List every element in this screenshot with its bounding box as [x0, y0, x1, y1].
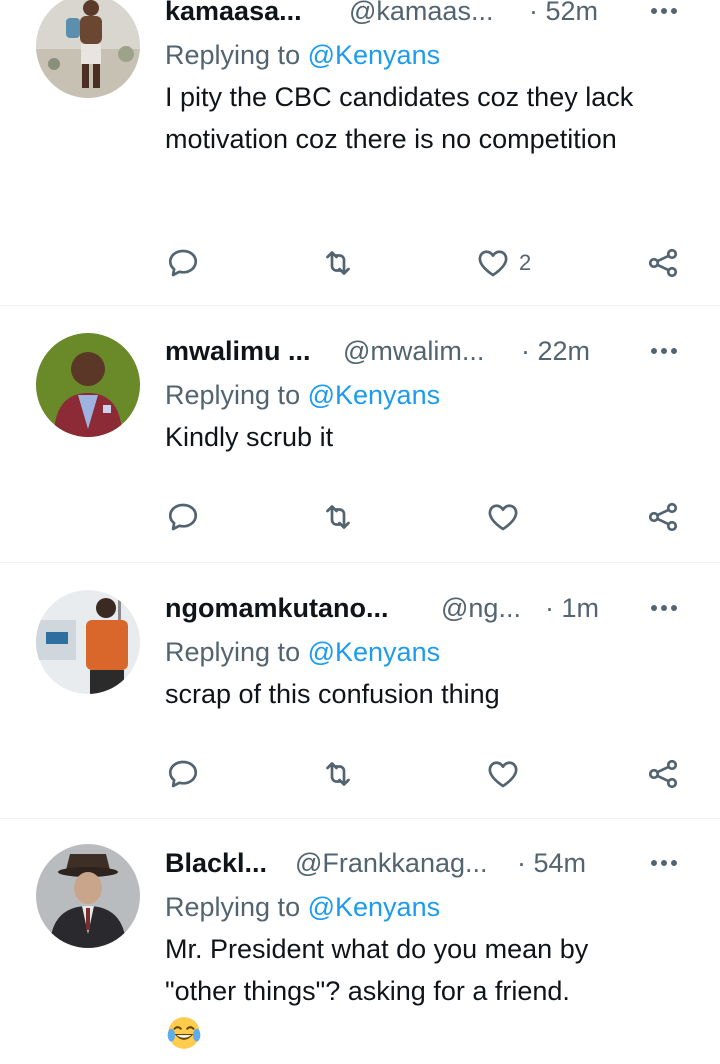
share-button[interactable] — [645, 754, 681, 794]
display-name[interactable]: ngomamkutano... — [165, 591, 389, 625]
more-dots-icon[interactable] — [646, 593, 682, 623]
like-button[interactable] — [485, 754, 521, 794]
more-dots-icon[interactable] — [646, 848, 682, 878]
heart-icon — [488, 761, 518, 788]
timestamp[interactable]: · 22m — [521, 334, 590, 368]
more-dots-icon[interactable] — [646, 336, 682, 366]
tweet-content: Blackl... @Frankkanag... · 54m Replying … — [165, 846, 700, 1052]
avatar-photo — [36, 333, 140, 437]
tweet-header: Blackl... @Frankkanag... · 54m — [165, 846, 700, 886]
heart-icon — [488, 504, 518, 531]
retweet-button[interactable] — [320, 243, 356, 283]
avatar-photo — [36, 844, 140, 948]
like-count: 2 — [519, 250, 532, 275]
replying-to-label: Replying to — [165, 637, 301, 667]
like-button[interactable] — [485, 497, 521, 537]
user-handle[interactable]: @mwalim... — [343, 334, 484, 368]
tweet[interactable]: Blackl... @Frankkanag... · 54m Replying … — [0, 819, 720, 1064]
tweet-text: I pity the CBC candidates coz they lack … — [165, 82, 641, 154]
tweet-actions: 2 — [165, 243, 720, 283]
share-icon — [648, 502, 678, 532]
tweet-header: kamaasa... @kamaas... · 52m — [165, 0, 700, 34]
like-button[interactable]: 2 — [475, 243, 531, 283]
replying-to-line: Replying to @Kenyans — [165, 635, 700, 669]
replying-to-line: Replying to @Kenyans — [165, 890, 700, 924]
display-name[interactable]: kamaasa... — [165, 0, 302, 28]
reply-bubble-icon — [168, 760, 198, 788]
tweet-header: mwalimu ... @mwalim... · 22m — [165, 334, 700, 374]
tweet-text: Kindly scrub it — [165, 422, 334, 452]
reply-button[interactable] — [165, 754, 201, 794]
tweet-text: Mr. President what do you mean by "other… — [165, 934, 596, 1006]
tweet[interactable]: mwalimu ... @mwalim... · 22m Replying to… — [0, 306, 720, 563]
tweet-text: scrap of this confusion thing — [165, 679, 500, 709]
replying-to-mention[interactable]: @Kenyans — [308, 892, 440, 922]
tweet[interactable]: ngomamkutano... @ng... · 1m Replying to … — [0, 563, 720, 819]
retweet-button[interactable] — [320, 754, 356, 794]
retweet-icon — [326, 505, 350, 529]
replying-to-line: Replying to @Kenyans — [165, 378, 700, 412]
face-with-tears-of-joy-icon — [167, 1017, 201, 1049]
tweet-content: ngomamkutano... @ng... · 1m Replying to … — [165, 591, 700, 715]
share-icon — [648, 248, 678, 278]
tweet-actions — [165, 497, 720, 537]
tweet[interactable]: kamaasa... @kamaas... · 52m Replying to … — [0, 0, 720, 306]
replying-to-mention[interactable]: @Kenyans — [308, 40, 440, 70]
retweet-button[interactable] — [320, 497, 356, 537]
tweet-content: kamaasa... @kamaas... · 52m Replying to … — [165, 0, 700, 160]
share-icon — [648, 759, 678, 789]
avatar[interactable] — [36, 0, 140, 98]
tweet-actions — [165, 754, 720, 794]
timestamp[interactable]: · 1m — [545, 591, 599, 625]
reply-button[interactable] — [165, 497, 201, 537]
heart-icon — [478, 250, 508, 277]
display-name[interactable]: mwalimu ... — [165, 334, 311, 368]
reply-button[interactable] — [165, 243, 201, 283]
replying-to-mention[interactable]: @Kenyans — [308, 637, 440, 667]
replying-to-label: Replying to — [165, 40, 301, 70]
avatar[interactable] — [36, 333, 140, 437]
display-name[interactable]: Blackl... — [165, 846, 267, 880]
timestamp[interactable]: · 54m — [517, 846, 586, 880]
replying-to-line: Replying to @Kenyans — [165, 38, 700, 72]
retweet-icon — [326, 251, 350, 275]
tweet-content: mwalimu ... @mwalim... · 22m Replying to… — [165, 334, 700, 458]
retweet-icon — [326, 762, 350, 786]
more-dots-icon[interactable] — [646, 0, 682, 26]
avatar-photo — [36, 590, 140, 694]
timestamp[interactable]: · 52m — [529, 0, 598, 28]
replying-to-label: Replying to — [165, 380, 301, 410]
user-handle[interactable]: @kamaas... — [349, 0, 493, 28]
share-button[interactable] — [645, 243, 681, 283]
user-handle[interactable]: @ng... — [441, 591, 521, 625]
replying-to-mention[interactable]: @Kenyans — [308, 380, 440, 410]
reply-bubble-icon — [168, 249, 198, 277]
avatar[interactable] — [36, 844, 140, 948]
tweet-emoji — [165, 1014, 700, 1052]
avatar[interactable] — [36, 590, 140, 694]
tweet-header: ngomamkutano... @ng... · 1m — [165, 591, 700, 631]
replying-to-label: Replying to — [165, 892, 301, 922]
share-button[interactable] — [645, 497, 681, 537]
avatar-photo — [36, 0, 140, 98]
user-handle[interactable]: @Frankkanag... — [295, 846, 488, 880]
reply-bubble-icon — [168, 503, 198, 531]
